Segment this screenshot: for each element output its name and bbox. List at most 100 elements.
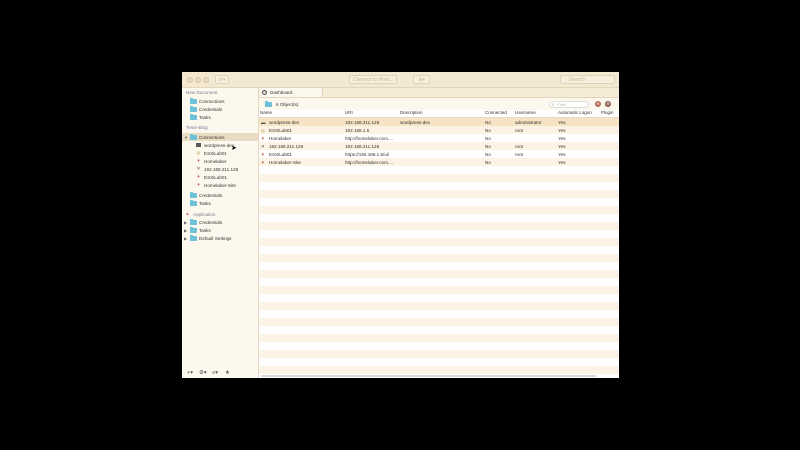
dashboard-icon: ◷ <box>262 89 267 95</box>
column-header-username[interactable]: Username <box>515 110 536 117</box>
empty-row <box>259 358 619 366</box>
cell-username: root <box>515 127 523 133</box>
zoom-window-button[interactable] <box>203 77 209 83</box>
table-row[interactable]: ▬ wordpress-dev 192.168.211.128 wordpress-d… <box>259 118 619 126</box>
sidebar-host-192-168-211-128[interactable]: ✕ 192.168.211.128 <box>182 165 258 173</box>
table-row[interactable]: ◎ ESXiLab01 192.168.1.5 No root Yes <box>259 126 619 134</box>
title-bar: ⟳▾ Connect to Host... ⊕▾ Search <box>182 72 619 88</box>
minimize-window-button[interactable] <box>195 77 201 83</box>
object-count: 6 Object(s) <box>276 102 299 107</box>
cell-name: ESXiLab01 <box>269 127 292 133</box>
cell-uri: 192.168.211.128 <box>345 119 380 125</box>
folder-icon <box>190 113 197 120</box>
cell-auto-logon: Yes <box>558 135 566 141</box>
horizontal-scrollbar[interactable] <box>261 374 597 377</box>
cell-name: Homelaber-Site <box>269 159 301 165</box>
filter-input[interactable]: Filter <box>549 100 589 108</box>
disclosure-open-icon[interactable]: ▼ <box>184 135 188 140</box>
tab-dashboard[interactable]: ◷ Dashboard <box>260 88 323 97</box>
empty-row <box>259 262 619 270</box>
column-header-connected[interactable]: Connected <box>485 110 507 117</box>
empty-row <box>259 310 619 318</box>
cell-uri: http://homelaber.com.... <box>345 159 394 165</box>
empty-row <box>259 318 619 326</box>
sidebar-host-esxilab01[interactable]: ◎ ESXiLab01 <box>182 149 258 157</box>
close-window-button[interactable] <box>187 77 193 83</box>
cell-username: administrator <box>515 119 542 125</box>
cell-connected: No <box>485 119 491 125</box>
column-header-description[interactable]: Description <box>400 110 423 117</box>
table-row[interactable]: ✕ 192.168.211.128 192.168.211.128 No root Yes <box>259 142 619 150</box>
cell-connected: No <box>485 159 491 165</box>
search-field[interactable]: Search <box>560 75 615 84</box>
table-row[interactable]: ✶ ESXiLab01 https://192.168.1.5/ui/No root Y… <box>259 150 619 158</box>
refresh-menu-button[interactable]: ⟳▾ <box>215 75 229 84</box>
cell-name: 192.168.211.128 <box>269 143 304 149</box>
sidebar-item-label: Credentials <box>199 219 223 225</box>
folder-icon <box>190 97 197 104</box>
disclosure-closed-icon[interactable]: ▶ <box>184 220 187 225</box>
sidebar-item-label: Connections <box>199 134 225 140</box>
empty-row <box>259 198 619 206</box>
sidebar-item-tasks[interactable]: Tasks <box>182 113 258 121</box>
favorite-star-icon[interactable]: ★ <box>225 370 230 376</box>
table-row[interactable]: ✶ Homelaber-Site http://homelaber.com.... N… <box>259 158 619 166</box>
main-panel: ◷ Dashboard 6 Object(s) Filter ✕ ⚙ Name … <box>259 88 619 378</box>
gear-menu-icon[interactable]: ⚙▾ <box>199 370 207 376</box>
empty-row <box>259 214 619 222</box>
cell-name: Homelaber <box>269 135 292 141</box>
column-header-plugin[interactable]: Plugin <box>601 110 614 117</box>
monitor-icon: ▬ <box>261 119 266 125</box>
star-icon: ✶ <box>196 182 201 188</box>
sidebar-item-label: ESXiLab01 <box>204 174 227 180</box>
sidebar-item-label: ESXiLab01 <box>204 150 227 156</box>
star-icon: ✶ <box>196 174 201 180</box>
folder-icon <box>190 226 197 233</box>
sidebar-host-homelaber[interactable]: ✶ Homelaber <box>182 157 258 165</box>
new-document-header: New Document <box>186 90 218 95</box>
options-button[interactable]: ⚙ <box>605 101 611 107</box>
empty-row <box>259 246 619 254</box>
cell-connected: No <box>485 127 491 133</box>
cell-connected: No <box>485 135 491 141</box>
sidebar-item-credentials[interactable]: Credentials <box>182 105 258 113</box>
sidebar-item-label: Default Settings <box>199 235 232 241</box>
connect-to-host-field[interactable]: Connect to Host... <box>349 75 397 84</box>
empty-row <box>259 350 619 358</box>
sidebar-host-esxilab01-web[interactable]: ✶ ESXiLab01 <box>182 173 258 181</box>
cell-name: wordpress-dev <box>269 119 300 125</box>
tab-label: Dashboard <box>270 90 293 95</box>
empty-row <box>259 174 619 182</box>
sidebar-item-credentials[interactable]: Credentials <box>182 191 258 199</box>
action-menu-button[interactable]: ⊕▾ <box>413 75 430 84</box>
sidebar-item-connections[interactable]: Connections <box>182 97 258 105</box>
disclosure-closed-icon[interactable]: ▶ <box>184 228 187 233</box>
sidebar-item-app-tasks[interactable]: ▶ Tasks <box>182 226 258 234</box>
clear-filter-button[interactable]: ✕ <box>595 101 601 107</box>
table-row[interactable]: ✶ Homelaber http://homelaber.com.... No Yes <box>259 134 619 142</box>
connections-table: Name URI Description Connected Username … <box>259 110 619 378</box>
column-header-name[interactable]: Name <box>260 110 272 117</box>
empty-row <box>259 182 619 190</box>
sidebar-item-label: Homelaber-Site <box>204 182 236 188</box>
globe-icon: ◎ <box>196 150 201 156</box>
folder-icon <box>265 101 272 107</box>
list-menu-icon[interactable]: ≡▾ <box>212 370 218 376</box>
sidebar-host-wordpress-dev[interactable]: wordpress-dev <box>182 141 258 149</box>
filter-placeholder: Filter <box>557 101 566 107</box>
sidebar-item-tasks[interactable]: Tasks <box>182 199 258 207</box>
sidebar-item-default-settings[interactable]: ▶ Default Settings <box>182 234 258 242</box>
cell-username: root <box>515 151 523 157</box>
cell-uri: https://192.168.1.5/ui/ <box>345 151 390 157</box>
column-header-automatic-logon[interactable]: Automatic Logon <box>558 110 592 117</box>
sidebar-footer: +▾ ⚙▾ ≡▾ ★ <box>182 369 258 378</box>
column-header-uri[interactable]: URI <box>345 110 353 117</box>
folder-icon <box>190 133 197 140</box>
sidebar-item-app-credentials[interactable]: ▶ Credentials <box>182 218 258 226</box>
add-menu-icon[interactable]: +▾ <box>187 370 193 376</box>
monitor-icon <box>196 143 201 147</box>
sidebar-host-homelaber-site[interactable]: ✶ Homelaber-Site <box>182 181 258 189</box>
folder-icon <box>190 199 197 206</box>
disclosure-closed-icon[interactable]: ▶ <box>184 236 187 241</box>
sidebar-item-connections-expanded[interactable]: ▼ Connections <box>182 133 258 141</box>
